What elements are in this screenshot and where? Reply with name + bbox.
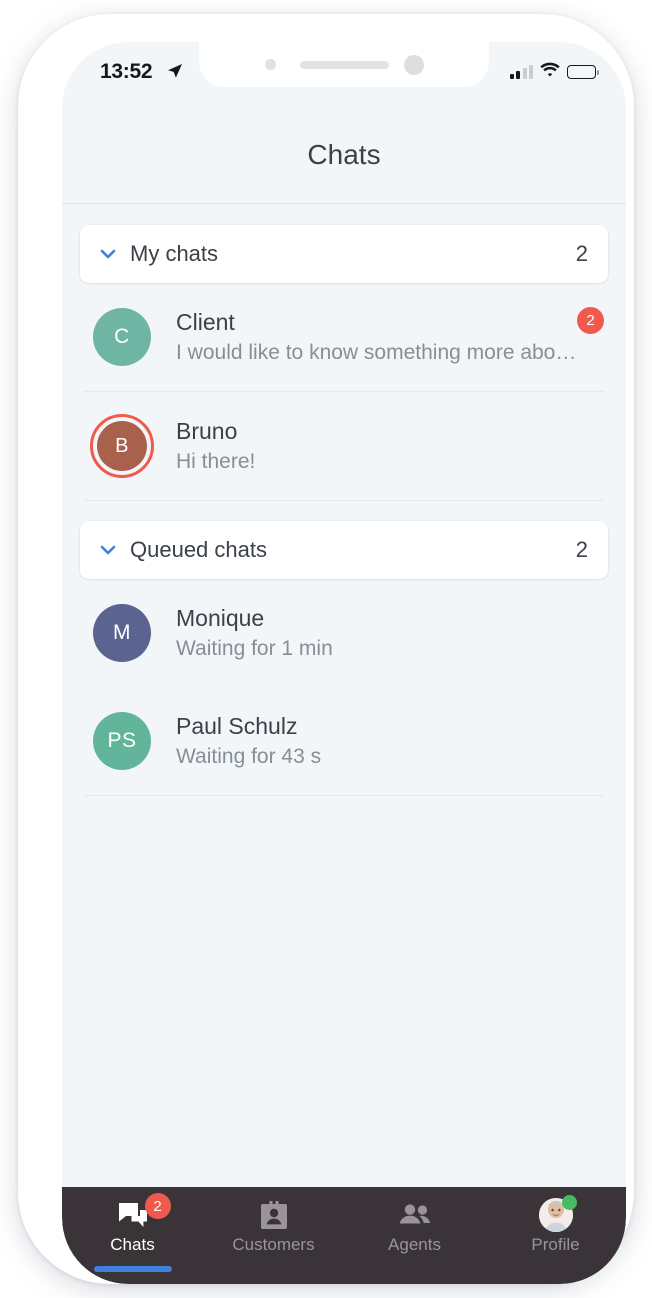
section-header-queued-chats[interactable]: Queued chats 2 (80, 521, 608, 579)
chat-waiting-time: Waiting for 43 s (176, 745, 322, 768)
section-count: 2 (575, 537, 588, 562)
tab-profile[interactable]: Profile (485, 1187, 626, 1284)
chat-list-item-client[interactable]: C Client I would like to know something … (62, 283, 626, 391)
chat-text: Paul Schulz Waiting for 43 s (176, 713, 600, 769)
status-time: 13:52 (100, 60, 153, 83)
notch-front-camera (404, 55, 424, 75)
tab-label: Agents (388, 1235, 441, 1254)
avatar-initials: PS (93, 712, 151, 770)
status-bar: 13:52 (62, 42, 626, 106)
avatar-initials: M (93, 604, 151, 662)
chat-list-item-paul-schulz[interactable]: PS Paul Schulz Waiting for 43 s (62, 687, 626, 795)
chat-list-item-monique[interactable]: M Monique Waiting for 1 min (62, 579, 626, 687)
chat-text: Bruno Hi there! (176, 418, 600, 474)
notch-speaker-grille (300, 61, 389, 69)
tab-unread-badge: 2 (144, 1193, 171, 1219)
unread-badge: 2 (577, 307, 604, 334)
online-status-dot (561, 1195, 577, 1210)
phone-screen-bezel: 13:52 Chats My chats 2 C Client I would … (62, 42, 626, 1284)
avatar-initials: C (93, 308, 151, 366)
chat-name: Client (176, 309, 235, 335)
chat-text: Client I would like to know something mo… (176, 309, 600, 365)
chat-list-item-bruno[interactable]: B Bruno Hi there! (62, 392, 626, 500)
tab-label: Profile (531, 1235, 580, 1254)
chat-preview: Hi there! (176, 450, 256, 473)
tab-chats[interactable]: 2 Chats (62, 1187, 203, 1284)
chevron-down-icon (100, 545, 116, 555)
avatar: M (90, 601, 154, 665)
chat-text: Monique Waiting for 1 min (176, 605, 600, 661)
section-header-my-chats[interactable]: My chats 2 (80, 225, 608, 283)
avatar: PS (90, 709, 154, 773)
tab-label: Customers (232, 1235, 315, 1254)
notch-sensor-dot (265, 59, 276, 70)
profile-avatar-icon (538, 1195, 577, 1232)
battery-full-icon (567, 65, 599, 79)
tab-customers[interactable]: Customers (203, 1187, 344, 1284)
tab-label: Chats (110, 1235, 155, 1254)
section-count: 2 (575, 241, 588, 266)
row-divider (84, 795, 604, 796)
avatar-active-ring (90, 414, 154, 478)
chat-list[interactable]: My chats 2 C Client I would like to know… (62, 205, 626, 1187)
cellular-signal-icon (509, 65, 533, 79)
phone-notch (199, 42, 489, 87)
page-header: Chats (62, 106, 626, 204)
row-divider (84, 500, 604, 501)
app-screen: 13:52 Chats My chats 2 C Client I would … (62, 42, 626, 1284)
section-label: Queued chats (130, 537, 267, 562)
chat-preview: I would like to know something more abo… (176, 341, 577, 364)
chat-waiting-time: Waiting for 1 min (176, 637, 333, 660)
section-label: My chats (130, 241, 219, 266)
chat-name: Monique (176, 605, 265, 631)
avatar: C (90, 305, 154, 369)
active-tab-indicator (93, 1266, 172, 1272)
page-title: Chats (307, 138, 381, 170)
phone-frame: 13:52 Chats My chats 2 C Client I would … (18, 14, 634, 1284)
bottom-tab-bar: 2 Chats Customers Agents Profile (62, 1187, 626, 1284)
avatar: B (90, 414, 154, 478)
tab-agents[interactable]: Agents (344, 1187, 485, 1284)
chevron-down-icon (100, 249, 116, 259)
wifi-icon (540, 62, 560, 82)
chat-name: Bruno (176, 418, 238, 444)
chat-bubbles-icon (118, 1200, 148, 1230)
screenshot-stage: 13:52 Chats My chats 2 C Client I would … (0, 0, 652, 1298)
location-arrow-icon (167, 63, 183, 84)
chat-name: Paul Schulz (176, 713, 298, 739)
people-icon (399, 1200, 431, 1230)
status-indicators (509, 62, 599, 82)
contact-card-icon (260, 1200, 287, 1230)
